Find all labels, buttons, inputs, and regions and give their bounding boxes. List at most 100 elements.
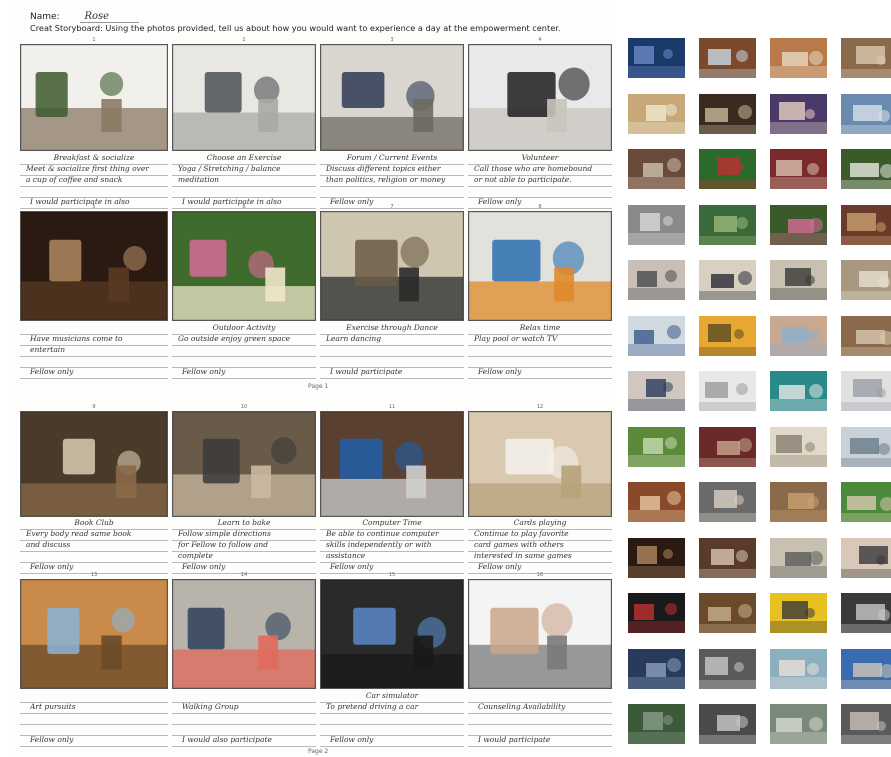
thumbnail-photo — [841, 426, 891, 467]
thumbnail-photo — [770, 482, 827, 522]
panel-description-line: Be able to continue computer — [326, 529, 439, 538]
storyboard-panel: 14 Walking Group I would also participate — [172, 572, 316, 754]
thumbnail-photo — [841, 704, 891, 744]
storyboard-panel: 1 Breakfast & socialize Meet & socialize … — [20, 37, 168, 216]
thumbnail-photo — [628, 149, 685, 189]
panel-photo — [468, 211, 612, 321]
panel-description-line: Counseling Availability — [478, 702, 566, 711]
panel-photo — [172, 44, 316, 151]
storyboard-sheet: Name: Rose Creat Storyboard: Using the p… — [8, 6, 616, 755]
panel-description-line: for Fellow to follow and — [178, 540, 269, 549]
storyboard-panel: 2 Choose an Exercise Yoga / Stretching / … — [172, 37, 316, 216]
thumbnail-photo — [699, 593, 756, 633]
panel-photo — [320, 44, 464, 151]
storyboard-panel: 9 Book Club Every body read same book and … — [20, 404, 168, 581]
thumbnail-photo — [841, 371, 891, 411]
panel-title: Forum / Current Events — [346, 153, 438, 162]
panel-description-line: Learn dancing — [326, 334, 382, 343]
panel-number: 3 — [390, 37, 394, 43]
panel-photo — [468, 44, 612, 151]
panel-number: 15 — [388, 572, 396, 578]
thumbnail-photo — [699, 371, 756, 411]
storyboard-prompt: Creat Storyboard: Using the photos provi… — [30, 23, 561, 33]
thumbnail-photo — [699, 537, 756, 578]
thumbnail-photo — [841, 537, 891, 578]
panel-description-line: Go outside enjoy green space — [178, 334, 291, 343]
storyboard-panel: 15 Car simulator To pretend driving a car… — [320, 572, 464, 754]
thumbnail-photo — [628, 371, 685, 411]
panel-photo — [320, 579, 464, 689]
panel-description-line: assistance — [326, 551, 366, 560]
writing-line — [172, 713, 316, 714]
writing-line — [172, 345, 316, 346]
storyboard-panel: 4 Volunteer Call those who are homebound o… — [468, 37, 612, 216]
panel-description-line: and discuss — [26, 540, 71, 549]
panel-answer: Fellow only — [30, 367, 74, 376]
panel-description-line: a cup of coffee and snack — [26, 175, 123, 184]
storyboard-panel: 12 Cards playing Continue to play favorit… — [468, 404, 612, 581]
panel-description-line: Yoga / Stretching / balance — [178, 164, 281, 173]
writing-line — [320, 746, 464, 747]
name-value: Rose — [80, 11, 140, 23]
panel-description-line: To pretend driving a car — [326, 702, 419, 711]
panel-description-line: Continue to play favorite — [474, 529, 569, 538]
page-label-2: Page 2 — [308, 748, 329, 755]
writing-line — [468, 724, 612, 725]
thumbnail-photo — [628, 93, 685, 134]
panel-photo — [20, 411, 168, 517]
panel-description-line: Walking Group — [182, 702, 239, 711]
panel-answer: I would participate — [478, 735, 551, 744]
thumbnail-photo — [699, 149, 756, 189]
panel-number: 11 — [388, 404, 396, 410]
panel-title: Volunteer — [521, 153, 559, 162]
panel-title: Choose an Exercise — [206, 153, 282, 162]
panel-photo — [20, 579, 168, 689]
writing-line — [320, 713, 464, 714]
thumbnail-photo — [628, 260, 685, 300]
thumbnail-photo — [770, 204, 827, 245]
thumbnail-photo — [841, 315, 891, 356]
page-label-1: Page 1 — [308, 383, 329, 390]
thumbnail-photo — [841, 204, 891, 245]
panel-answer: Fellow only — [30, 735, 74, 744]
thumbnail-photo — [770, 38, 827, 78]
panel-description-line: interested in same games — [474, 551, 572, 560]
storyboard-panel: 5 Have musicians come to entertain Fellow … — [20, 204, 168, 386]
panel-description-line: skills independently or with — [326, 540, 432, 549]
panel-title: Relax time — [519, 323, 561, 332]
panel-description-line: or not able to participate. — [474, 175, 572, 184]
panel-title: Outdoor Activity — [212, 323, 276, 332]
thumbnail-photo — [628, 38, 685, 78]
panel-answer: Fellow only — [182, 562, 226, 571]
thumbnail-photo — [770, 704, 827, 744]
storyboard-panel: 3 Forum / Current Events Discuss differen… — [320, 37, 464, 216]
name-label: Name: — [30, 12, 60, 22]
writing-line — [20, 724, 168, 725]
writing-line — [20, 356, 168, 357]
panel-answer: Fellow only — [330, 735, 374, 744]
thumbnail-photo — [628, 482, 685, 522]
thumbnail-photo — [628, 704, 685, 744]
panel-description-line: Have musicians come to — [30, 334, 123, 343]
panel-number: 4 — [538, 37, 542, 43]
thumbnail-photo — [699, 648, 756, 689]
panel-description-line: than politics, religion or money — [326, 175, 446, 184]
panel-number: 8 — [538, 204, 542, 210]
thumbnail-photo — [841, 38, 891, 78]
panel-number: 7 — [390, 204, 394, 210]
thumbnail-photo — [699, 482, 756, 522]
thumbnail-photo — [628, 315, 685, 356]
thumbnail-photo — [841, 260, 891, 300]
panel-title: Learn to bake — [217, 518, 271, 527]
panel-title: Computer Time — [362, 518, 422, 527]
panel-photo — [172, 579, 316, 689]
panel-photo — [468, 411, 612, 517]
writing-line — [320, 724, 464, 725]
thumbnail-photo — [770, 93, 827, 134]
panel-number: 9 — [92, 404, 96, 410]
writing-line — [20, 551, 168, 552]
thumbnail-photo — [628, 593, 685, 633]
panel-number: 2 — [242, 37, 246, 43]
storyboard-panel: 7 Exercise through Dance Learn dancing I w… — [320, 204, 464, 386]
thumbnail-photo — [699, 204, 756, 245]
